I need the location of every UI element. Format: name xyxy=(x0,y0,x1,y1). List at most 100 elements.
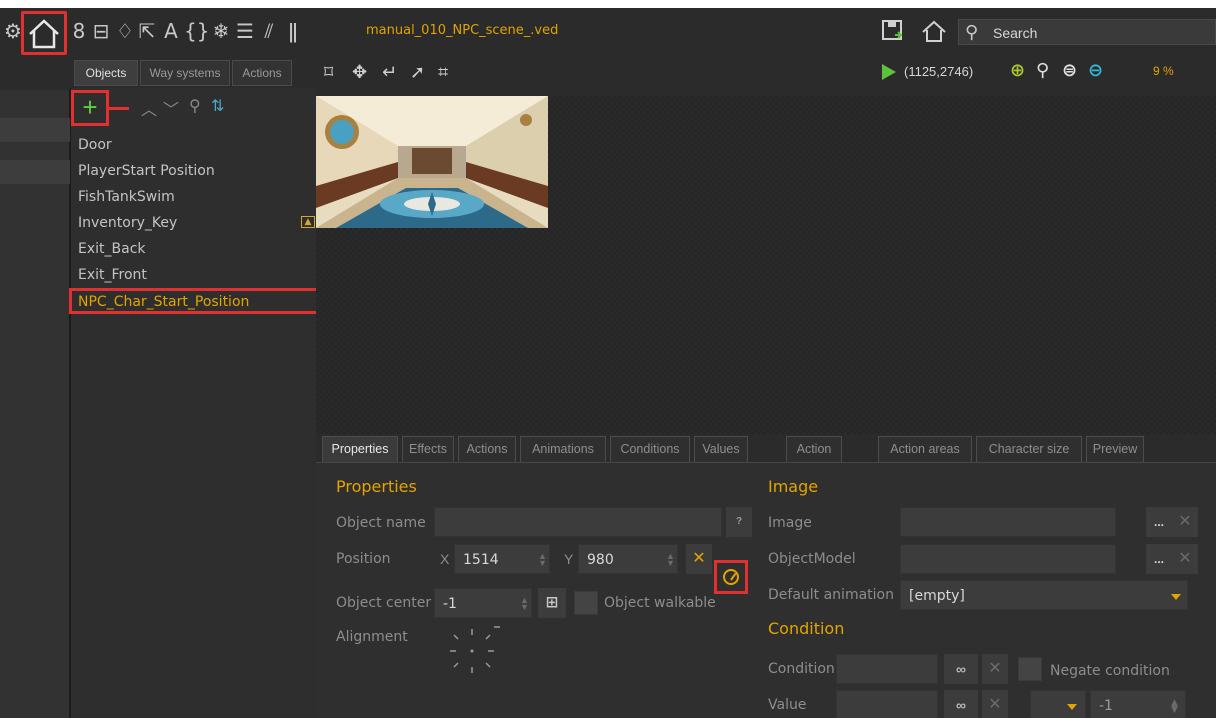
move-down-icon[interactable]: ﹀ xyxy=(163,96,179,120)
arrow-icon[interactable]: ➚ xyxy=(410,62,425,83)
clear-position-icon[interactable]: ✕ xyxy=(686,544,712,574)
zoom-in-icon[interactable]: ⊕ xyxy=(1010,60,1025,81)
stripes-icon[interactable]: ⫽ xyxy=(258,20,280,42)
zoom-fit-icon[interactable]: ⚲ xyxy=(1036,60,1049,81)
object-model-field[interactable] xyxy=(900,544,1116,574)
tab-values[interactable]: Values xyxy=(694,436,748,462)
negate-condition-checkbox[interactable] xyxy=(1018,657,1042,681)
tab-actions[interactable]: Actions xyxy=(232,60,292,86)
select-rect-icon[interactable]: ⌑ xyxy=(324,62,333,83)
braces-icon[interactable]: {} xyxy=(184,20,209,42)
tab-actions[interactable]: Actions xyxy=(458,436,516,462)
home-button[interactable] xyxy=(21,11,67,55)
image-icon: ▲ xyxy=(301,216,315,228)
list-item[interactable]: FishTankSwim xyxy=(71,184,317,210)
object-center-field[interactable]: -1 xyxy=(434,588,532,618)
default-animation-select[interactable]: [empty] xyxy=(900,580,1188,610)
object-name-label: Object name xyxy=(336,515,426,531)
alignment-picker-icon[interactable] xyxy=(442,621,502,677)
clear-image-icon[interactable]: ✕ xyxy=(1172,507,1198,537)
clear-model-icon[interactable]: ✕ xyxy=(1172,544,1198,574)
snowflake-icon[interactable]: ❄ xyxy=(210,20,232,42)
operator-select[interactable] xyxy=(1030,690,1086,718)
tab-objects[interactable]: Objects xyxy=(74,60,138,86)
help-button[interactable]: ? xyxy=(726,507,752,537)
list-item[interactable]: Exit_Back xyxy=(71,236,317,262)
pick-position-button[interactable] xyxy=(714,560,748,594)
audio-icon[interactable]: ǁ xyxy=(282,20,304,42)
object-name-field[interactable] xyxy=(434,507,722,537)
strip-row[interactable] xyxy=(0,118,70,142)
object-walkable-checkbox[interactable] xyxy=(574,591,598,615)
home-icon[interactable] xyxy=(920,18,948,44)
strip-row[interactable] xyxy=(0,160,70,184)
zoom-reset-icon[interactable]: ⊜ xyxy=(1062,60,1077,81)
link-icon[interactable]: ∞ xyxy=(944,654,978,684)
browse-model-button[interactable]: ... xyxy=(1146,544,1172,574)
condition-field[interactable] xyxy=(836,654,938,684)
tab-preview[interactable]: Preview xyxy=(1086,436,1144,462)
clear-condition-icon[interactable]: ✕ xyxy=(982,654,1008,684)
tab-effects[interactable]: Effects xyxy=(402,436,454,462)
return-icon[interactable]: ↵ xyxy=(382,62,397,83)
browse-image-button[interactable]: ... xyxy=(1146,507,1172,537)
list-item[interactable]: Exit_Front xyxy=(71,262,317,288)
add-object-button[interactable]: + xyxy=(71,90,109,126)
list-item[interactable]: PlayerStart Position xyxy=(71,158,317,184)
clear-value-icon[interactable]: ✕ xyxy=(982,690,1008,718)
tab-properties[interactable]: Properties xyxy=(322,436,398,462)
move-up-icon[interactable]: ︿ xyxy=(141,96,157,120)
image-label: Image xyxy=(768,515,812,531)
app-window: ⚙ 8 ⊟ ♢ ⇱ A {} ❄ ☰ ⫽ ǁ manual_010_NPC_sc… xyxy=(0,8,1216,718)
tab-action[interactable]: Action xyxy=(786,436,842,462)
list-item[interactable]: Inventory_Key ▲ xyxy=(71,210,317,236)
center-spinner[interactable]: ▲ ▼ xyxy=(520,596,529,612)
tab-conditions[interactable]: Conditions xyxy=(610,436,690,462)
tab-way-systems[interactable]: Way systems xyxy=(140,60,230,86)
dialog-icon[interactable]: ⊟ xyxy=(90,20,112,42)
object-model-label: ObjectModel xyxy=(768,551,856,567)
objects-toolbar: + ︿ ﹀ ⚲ ⇅ xyxy=(71,88,317,126)
zoom-out-icon[interactable]: ⊖ xyxy=(1088,60,1103,81)
image-title: Image xyxy=(768,477,819,496)
gem-icon[interactable]: ♢ xyxy=(114,20,136,42)
list-item-selected[interactable]: NPC_Char_Start_Position xyxy=(69,288,321,314)
negate-condition-label: Negate condition xyxy=(1050,663,1170,679)
list-item[interactable]: Door xyxy=(71,132,317,158)
save-icon[interactable] xyxy=(880,18,906,44)
position-x-field[interactable]: 1514 xyxy=(454,544,550,574)
position-y-field[interactable]: 980 xyxy=(578,544,678,574)
comment-icon[interactable]: ☰ xyxy=(234,20,256,42)
highlight-connector xyxy=(109,107,129,110)
properties-title: Properties xyxy=(336,477,417,496)
x-spinner[interactable]: ▲ ▼ xyxy=(538,552,547,568)
list-item-label: Inventory_Key xyxy=(78,215,178,231)
search-icon[interactable]: ⚲ xyxy=(189,96,201,116)
scene-canvas[interactable] xyxy=(316,96,1216,434)
link-icon[interactable]: 8 xyxy=(68,20,90,42)
sort-icon[interactable]: ⇅ xyxy=(211,96,224,116)
y-spinner[interactable]: ▲ ▼ xyxy=(666,552,675,568)
y-label: Y xyxy=(564,551,574,567)
tab-character-size[interactable]: Character size xyxy=(976,436,1082,462)
crop-icon[interactable]: ⌗ xyxy=(438,62,448,83)
x-label: X xyxy=(440,551,450,567)
center-grid-icon[interactable]: ⊞ xyxy=(538,588,566,618)
value-field[interactable] xyxy=(836,690,938,718)
image-field[interactable] xyxy=(900,507,1116,537)
properties-tabs: Properties Effects Actions Animations Co… xyxy=(316,434,1216,462)
search-input[interactable]: ⚲ Search xyxy=(958,19,1216,45)
value-number-field[interactable]: -1 ▲ ▼ xyxy=(1090,690,1186,718)
file-title: manual_010_NPC_scene_.ved xyxy=(366,23,559,38)
properties-panel: Properties Object name ? Position X 1514… xyxy=(316,462,1216,718)
tab-animations[interactable]: Animations xyxy=(520,436,606,462)
default-animation-label: Default animation xyxy=(768,587,894,603)
cursor-icon[interactable]: ⇱ xyxy=(136,20,158,42)
tab-action-areas[interactable]: Action areas xyxy=(878,436,972,462)
value-spinner[interactable]: ▲ ▼ xyxy=(1171,699,1178,715)
text-icon[interactable]: A xyxy=(160,20,182,42)
play-icon[interactable] xyxy=(882,64,896,80)
search-icon: ⚲ xyxy=(965,22,979,42)
link-icon[interactable]: ∞ xyxy=(944,690,978,718)
move-icon[interactable]: ✥ xyxy=(352,62,367,83)
